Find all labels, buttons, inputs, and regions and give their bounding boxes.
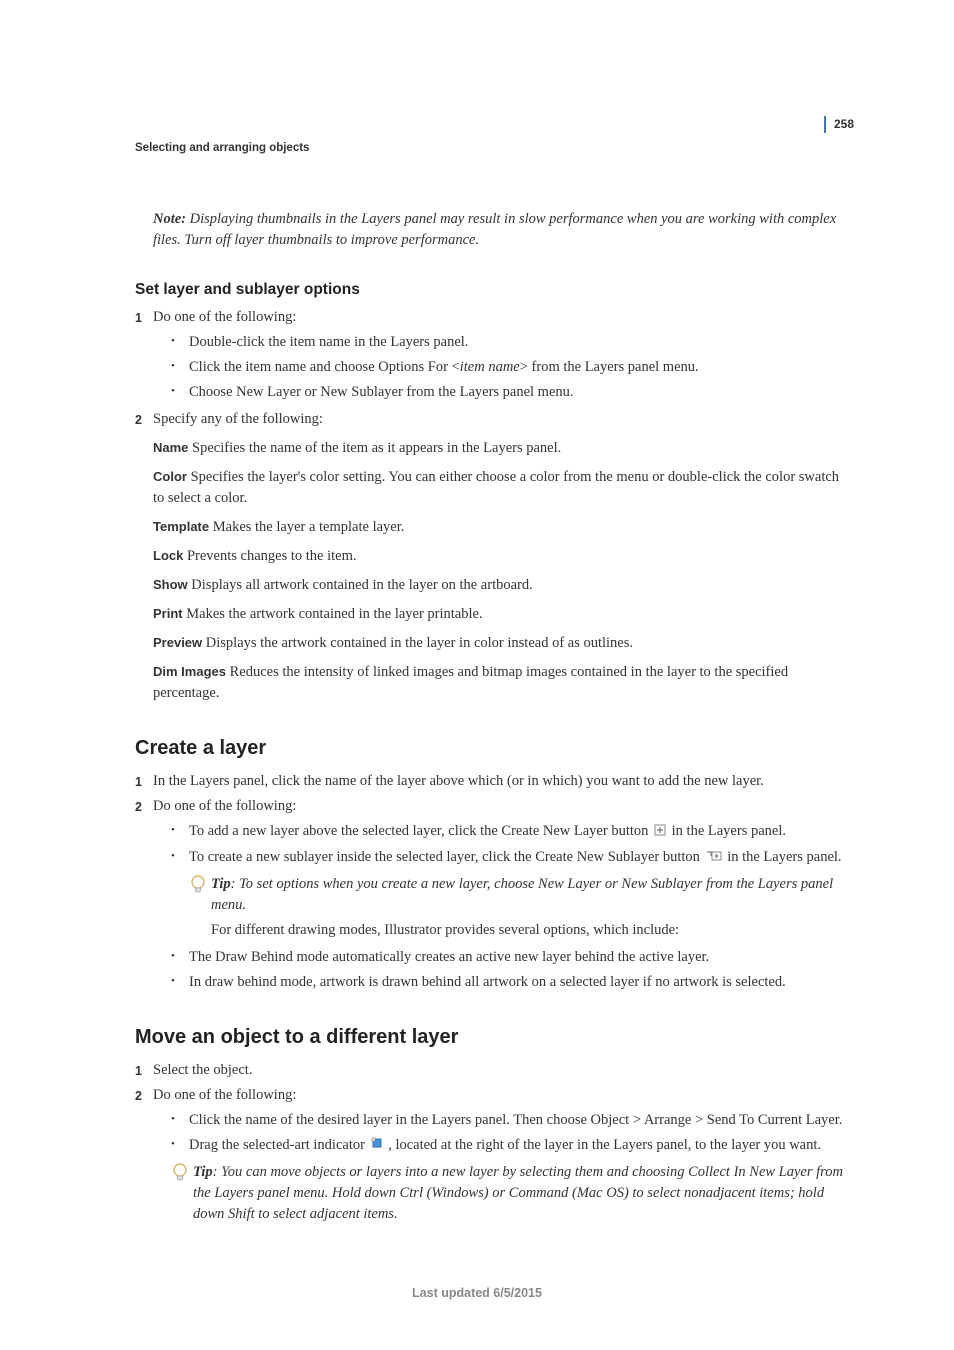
def-body: Reduces the intensity of linked images a… xyxy=(153,664,788,701)
def-term: Dim Images xyxy=(153,664,226,679)
page: 258 Selecting and arranging objects Note… xyxy=(0,0,954,1350)
list-item: • Click the name of the desired layer in… xyxy=(171,1110,844,1131)
def-body: Specifies the layer's color setting. You… xyxy=(153,469,839,506)
list-item: • Drag the selected-art indicator , loca… xyxy=(171,1135,844,1156)
page-number-value: 258 xyxy=(834,117,854,131)
step-body: Specify any of the following: xyxy=(153,409,844,430)
bullet-text: Click the item name and choose Options F… xyxy=(189,357,844,378)
step-number: 1 xyxy=(135,771,153,792)
step-number: 2 xyxy=(135,796,153,817)
def-term: Show xyxy=(153,577,188,592)
def-term: Preview xyxy=(153,635,202,650)
bullet-text: Drag the selected-art indicator , locate… xyxy=(189,1135,844,1156)
bullet-dot: • xyxy=(171,357,189,378)
step: 2 Do one of the following: xyxy=(135,1085,844,1106)
step: 1 In the Layers panel, click the name of… xyxy=(135,771,844,792)
create-new-layer-icon xyxy=(654,822,666,843)
def-body: Makes the artwork contained in the layer… xyxy=(183,606,483,622)
def-body: Specifies the name of the item as it app… xyxy=(188,440,561,456)
bullet-text: Choose New Layer or New Sublayer from th… xyxy=(189,382,844,403)
definition-lock: Lock Prevents changes to the item. xyxy=(153,546,844,567)
definition-show: Show Displays all artwork contained in t… xyxy=(153,575,844,596)
definition-name: Name Specifies the name of the item as i… xyxy=(153,438,844,459)
step-body: Select the object. xyxy=(153,1060,844,1081)
def-term: Name xyxy=(153,440,188,455)
def-term: Lock xyxy=(153,548,183,563)
bullet-text: Click the name of the desired layer in t… xyxy=(189,1110,844,1131)
def-term: Color xyxy=(153,469,187,484)
list-item: • Double-click the item name in the Laye… xyxy=(171,332,844,353)
definition-dim-images: Dim Images Reduces the intensity of link… xyxy=(153,662,844,704)
heading-set-layer-options: Set layer and sublayer options xyxy=(135,279,844,301)
def-body: Displays the artwork contained in the la… xyxy=(202,635,633,651)
definition-template: Template Makes the layer a template laye… xyxy=(153,517,844,538)
lightbulb-icon xyxy=(171,1162,193,1225)
step-body: Do one of the following: xyxy=(153,796,844,817)
bullet-dot: • xyxy=(171,947,189,968)
tip-block: Tip: To set options when you create a ne… xyxy=(189,874,844,916)
step: 2 Specify any of the following: xyxy=(135,409,844,430)
def-body: Displays all artwork contained in the la… xyxy=(188,577,533,593)
bullet-dot: • xyxy=(171,1135,189,1156)
note-text: Displaying thumbnails in the Layers pane… xyxy=(153,211,836,248)
bullet-list: • The Draw Behind mode automatically cre… xyxy=(171,947,844,993)
create-new-sublayer-icon xyxy=(706,847,722,868)
step-number: 1 xyxy=(135,1060,153,1081)
step-number: 2 xyxy=(135,409,153,430)
step-number: 1 xyxy=(135,307,153,328)
bullet-list: • Click the name of the desired layer in… xyxy=(171,1110,844,1156)
page-number: 258 xyxy=(824,116,854,133)
def-body: Prevents changes to the item. xyxy=(183,548,356,564)
running-head: Selecting and arranging objects xyxy=(135,140,844,157)
bullet-dot: • xyxy=(171,847,189,868)
note-label: Note: xyxy=(153,211,186,227)
list-item: • Click the item name and choose Options… xyxy=(171,357,844,378)
bullet-text: In draw behind mode, artwork is drawn be… xyxy=(189,972,844,993)
step-number: 2 xyxy=(135,1085,153,1106)
lightbulb-icon xyxy=(189,874,211,916)
bullet-dot: • xyxy=(171,1110,189,1131)
tip-block: Tip: You can move objects or layers into… xyxy=(171,1162,844,1225)
selected-art-indicator-icon xyxy=(371,1135,383,1156)
list-item: • To create a new sublayer inside the se… xyxy=(171,847,844,868)
bullet-dot: • xyxy=(171,332,189,353)
heading-move-object: Move an object to a different layer xyxy=(135,1023,844,1052)
step-body: In the Layers panel, click the name of t… xyxy=(153,771,844,792)
tip-follow-text: For different drawing modes, Illustrator… xyxy=(211,920,844,941)
list-item: • Choose New Layer or New Sublayer from … xyxy=(171,382,844,403)
step: 1 Do one of the following: xyxy=(135,307,844,328)
list-item: • To add a new layer above the selected … xyxy=(171,821,844,842)
definition-preview: Preview Displays the artwork contained i… xyxy=(153,633,844,654)
footer-last-updated: Last updated 6/5/2015 xyxy=(0,1284,954,1302)
def-term: Print xyxy=(153,606,183,621)
step: 1 Select the object. xyxy=(135,1060,844,1081)
tip-text: Tip: You can move objects or layers into… xyxy=(193,1162,844,1225)
step-body: Do one of the following: xyxy=(153,1085,844,1106)
definition-color: Color Specifies the layer's color settin… xyxy=(153,467,844,509)
tip-text: Tip: To set options when you create a ne… xyxy=(211,874,844,916)
bullet-dot: • xyxy=(171,972,189,993)
step: 2 Do one of the following: xyxy=(135,796,844,817)
list-item: • In draw behind mode, artwork is drawn … xyxy=(171,972,844,993)
list-item: • The Draw Behind mode automatically cre… xyxy=(171,947,844,968)
bullet-dot: • xyxy=(171,821,189,842)
def-term: Template xyxy=(153,519,209,534)
bullet-text: Double-click the item name in the Layers… xyxy=(189,332,844,353)
bullet-text: The Draw Behind mode automatically creat… xyxy=(189,947,844,968)
step-body: Do one of the following: xyxy=(153,307,844,328)
bullet-list: • To add a new layer above the selected … xyxy=(171,821,844,867)
heading-create-a-layer: Create a layer xyxy=(135,734,844,763)
definition-print: Print Makes the artwork contained in the… xyxy=(153,604,844,625)
bullet-text: To create a new sublayer inside the sele… xyxy=(189,847,844,868)
bullet-text: To add a new layer above the selected la… xyxy=(189,821,844,842)
note-block: Note: Displaying thumbnails in the Layer… xyxy=(153,209,844,251)
bullet-dot: • xyxy=(171,382,189,403)
bullet-list: • Double-click the item name in the Laye… xyxy=(171,332,844,403)
def-body: Makes the layer a template layer. xyxy=(209,519,404,535)
